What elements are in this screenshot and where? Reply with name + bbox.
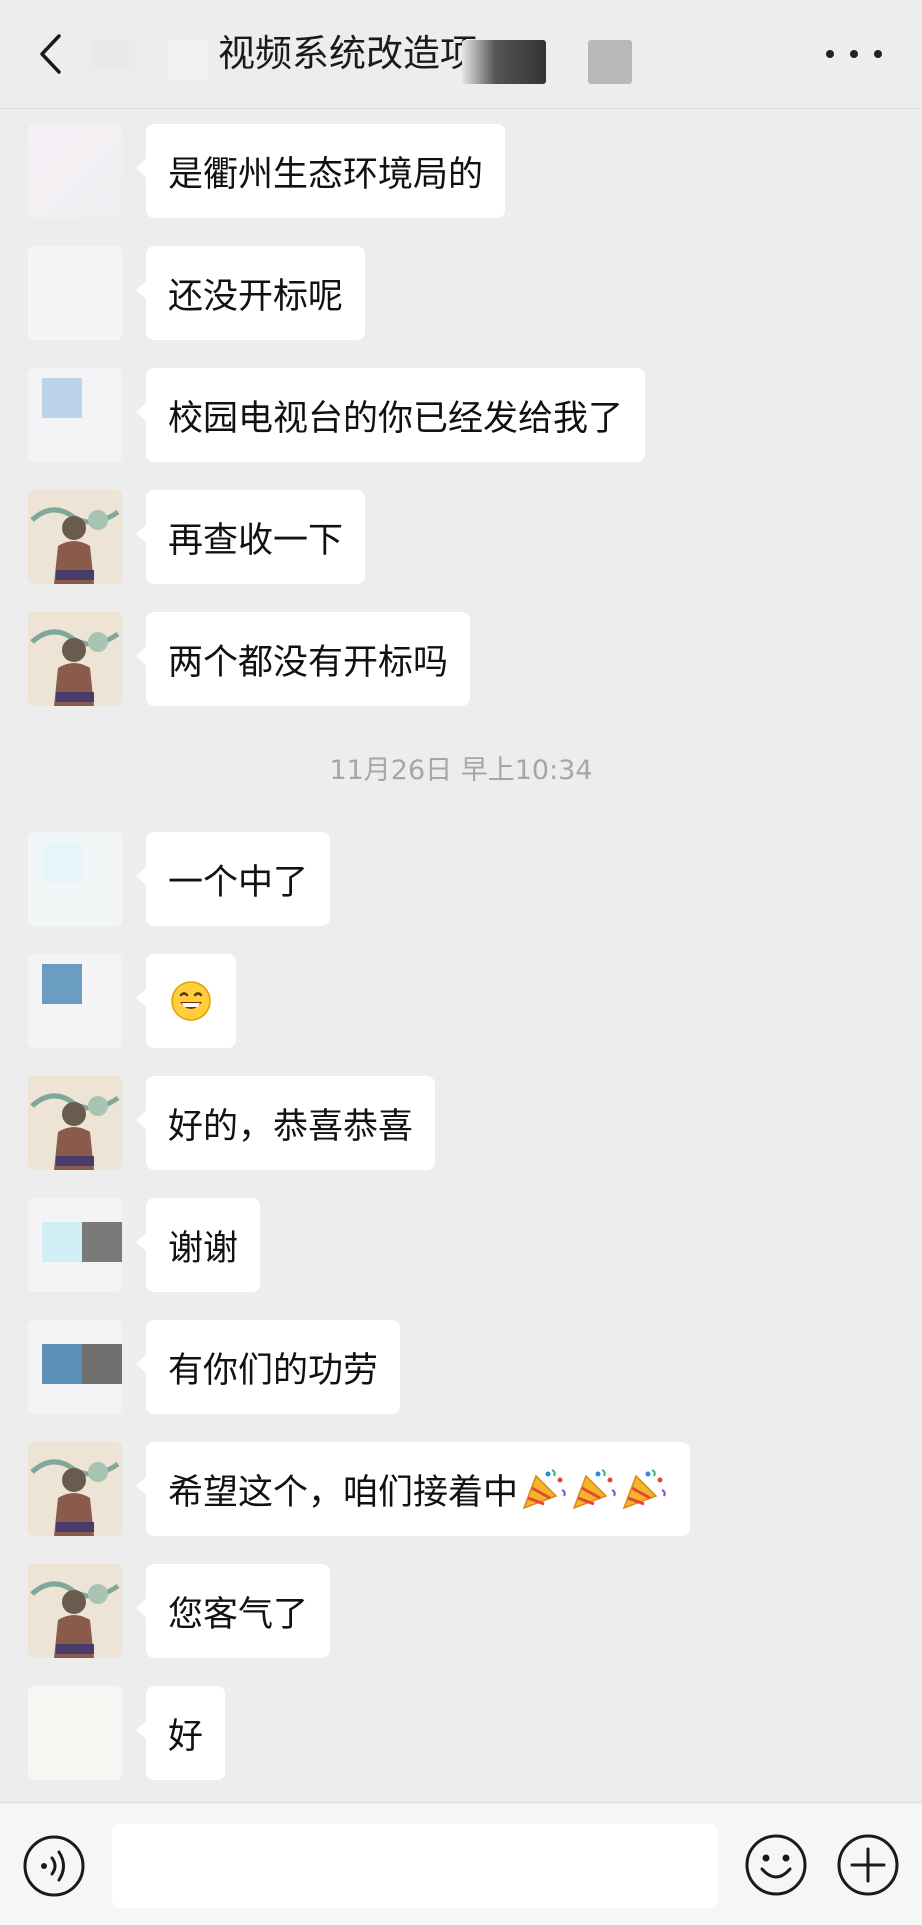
chat-message: [0, 954, 922, 1050]
redacted-block: [168, 40, 208, 80]
party-popper-icon: [622, 1469, 666, 1510]
input-bar: [0, 1802, 922, 1925]
message-bubble[interactable]: [136, 954, 236, 1048]
avatar[interactable]: [28, 1076, 122, 1170]
avatar-illustration-icon: [28, 1442, 122, 1536]
chat-message: 您客气了: [0, 1564, 922, 1660]
message-bubble[interactable]: 您客气了: [135, 1564, 331, 1658]
smiley-icon: [745, 1834, 807, 1896]
avatar[interactable]: [28, 246, 122, 340]
message-bubble[interactable]: 有你们的功劳: [135, 1320, 401, 1414]
party-popper-icon: [572, 1469, 616, 1510]
chat-title: 视频系统改造项: [218, 32, 477, 75]
chat-message: 好: [0, 1686, 922, 1782]
chat-message: 两个都没有开标吗: [0, 612, 922, 708]
chat-message: 好的，恭喜恭喜: [0, 1076, 922, 1172]
message-bubble[interactable]: 一个中了: [135, 832, 331, 926]
message-bubble[interactable]: 好的，恭喜恭喜: [135, 1076, 436, 1170]
voice-input-button[interactable]: [22, 1834, 86, 1898]
dot-icon: [850, 50, 858, 58]
plus-circle-icon: [837, 1834, 899, 1896]
redacted-block: [92, 40, 130, 70]
avatar[interactable]: [28, 612, 122, 706]
redacted-block: [462, 40, 546, 84]
message-input[interactable]: [112, 1824, 718, 1908]
message-text: 希望这个，咱们接着中: [168, 1472, 519, 1513]
more-options-button[interactable]: [826, 36, 882, 72]
more-functions-button[interactable]: [836, 1833, 900, 1897]
chat-message: 再查收一下: [0, 490, 922, 586]
chat-message: 是衢州生态环境局的: [0, 124, 922, 220]
emoji-button[interactable]: [744, 1833, 808, 1897]
avatar-illustration-icon: [28, 1076, 122, 1170]
message-timestamp: 11月26日 早上10:34: [329, 755, 593, 786]
avatar[interactable]: [28, 1686, 122, 1780]
avatar[interactable]: [28, 1198, 122, 1292]
chat-message: 还没开标呢: [0, 246, 922, 342]
message-bubble[interactable]: 谢谢: [135, 1198, 261, 1292]
chat-message: 有你们的功劳: [0, 1320, 922, 1416]
avatar[interactable]: [28, 1442, 122, 1536]
message-bubble[interactable]: 希望这个，咱们接着中: [135, 1442, 691, 1536]
dot-icon: [826, 50, 834, 58]
dot-icon: [874, 50, 882, 58]
redacted-block: [588, 40, 632, 84]
chat-header: 视频系统改造项: [0, 0, 922, 109]
avatar[interactable]: [28, 1320, 122, 1414]
avatar[interactable]: [28, 954, 122, 1048]
message-bubble[interactable]: 校园电视台的你已经发给我了: [135, 368, 646, 462]
avatar-illustration-icon: [28, 1564, 122, 1658]
message-bubble[interactable]: 还没开标呢: [135, 246, 366, 340]
message-bubble[interactable]: 两个都没有开标吗: [135, 612, 471, 706]
message-bubble[interactable]: 好: [135, 1686, 226, 1780]
chat-message: 谢谢: [0, 1198, 922, 1294]
chat-message: 校园电视台的你已经发给我了: [0, 368, 922, 464]
avatar[interactable]: [28, 124, 122, 218]
avatar-illustration-icon: [28, 490, 122, 584]
message-bubble[interactable]: 再查收一下: [135, 490, 366, 584]
chat-message: 希望这个，咱们接着中: [0, 1442, 922, 1538]
chevron-left-icon: [40, 34, 61, 74]
message-bubble[interactable]: 是衢州生态环境局的: [135, 124, 506, 218]
back-button[interactable]: [30, 30, 70, 78]
chat-message: 一个中了: [0, 832, 922, 928]
avatar-illustration-icon: [28, 612, 122, 706]
avatar[interactable]: [28, 832, 122, 926]
grinning-face-emoji-icon: [171, 981, 211, 1021]
avatar[interactable]: [28, 368, 122, 462]
avatar[interactable]: [28, 1564, 122, 1658]
party-popper-icon: [522, 1469, 566, 1510]
voice-icon: [23, 1835, 85, 1897]
avatar[interactable]: [28, 490, 122, 584]
